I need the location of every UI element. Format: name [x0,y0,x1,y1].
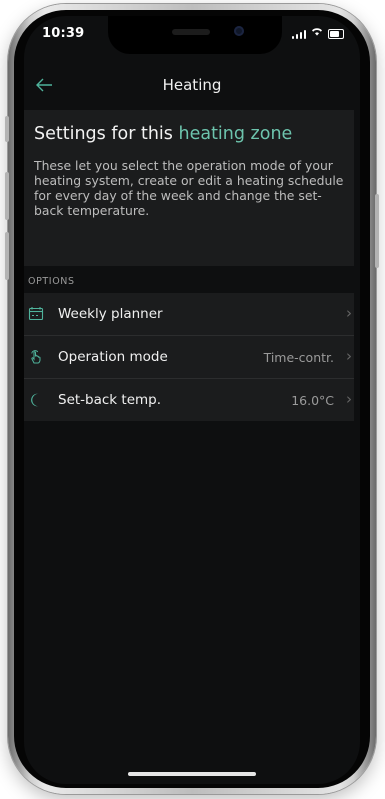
list-item-set-back-temp[interactable]: Set-back temp. 16.0°C › [24,379,354,421]
home-indicator[interactable] [128,772,256,776]
nav-bar: Heating [24,72,360,102]
volume-up-button [5,172,9,220]
intro-description: These let you select the operation mode … [34,158,344,218]
list-item-value: 16.0°C [291,393,334,408]
heading-prefix: Settings for this [34,124,173,144]
touch-hand-icon [28,349,44,365]
options-list: Weekly planner › Operation mode Time-con… [24,293,354,421]
calendar-icon [28,306,44,322]
chevron-right-icon: › [346,304,352,322]
list-item-label: Weekly planner [58,306,163,322]
status-time: 10:39 [42,26,85,41]
battery-icon [328,29,344,39]
front-camera [234,26,244,36]
list-item-value: Time-contr. [263,350,334,365]
signal-icon [291,30,306,39]
intro-heading: Settings for this heating zone [34,124,292,144]
volume-down-button [5,232,9,280]
heading-accent: heating zone [178,124,293,144]
status-icons [291,27,344,39]
list-item-operation-mode[interactable]: Operation mode Time-contr. › [24,336,354,379]
power-button [375,194,379,268]
chevron-right-icon: › [346,390,352,408]
moon-icon [28,392,44,408]
intro-card: Settings for this heating zone These let… [24,110,354,266]
silent-switch [5,116,9,142]
list-item-label: Operation mode [58,349,168,365]
chevron-right-icon: › [346,347,352,365]
options-section-label: OPTIONS [28,276,75,287]
page-title: Heating [162,76,222,94]
wifi-icon [311,27,323,39]
app-screen: 10:39 Heating Settings for this heating … [24,16,360,784]
list-item-weekly-planner[interactable]: Weekly planner › [24,293,354,336]
speaker [172,29,210,35]
list-item-label: Set-back temp. [58,392,162,408]
notch [108,16,282,54]
